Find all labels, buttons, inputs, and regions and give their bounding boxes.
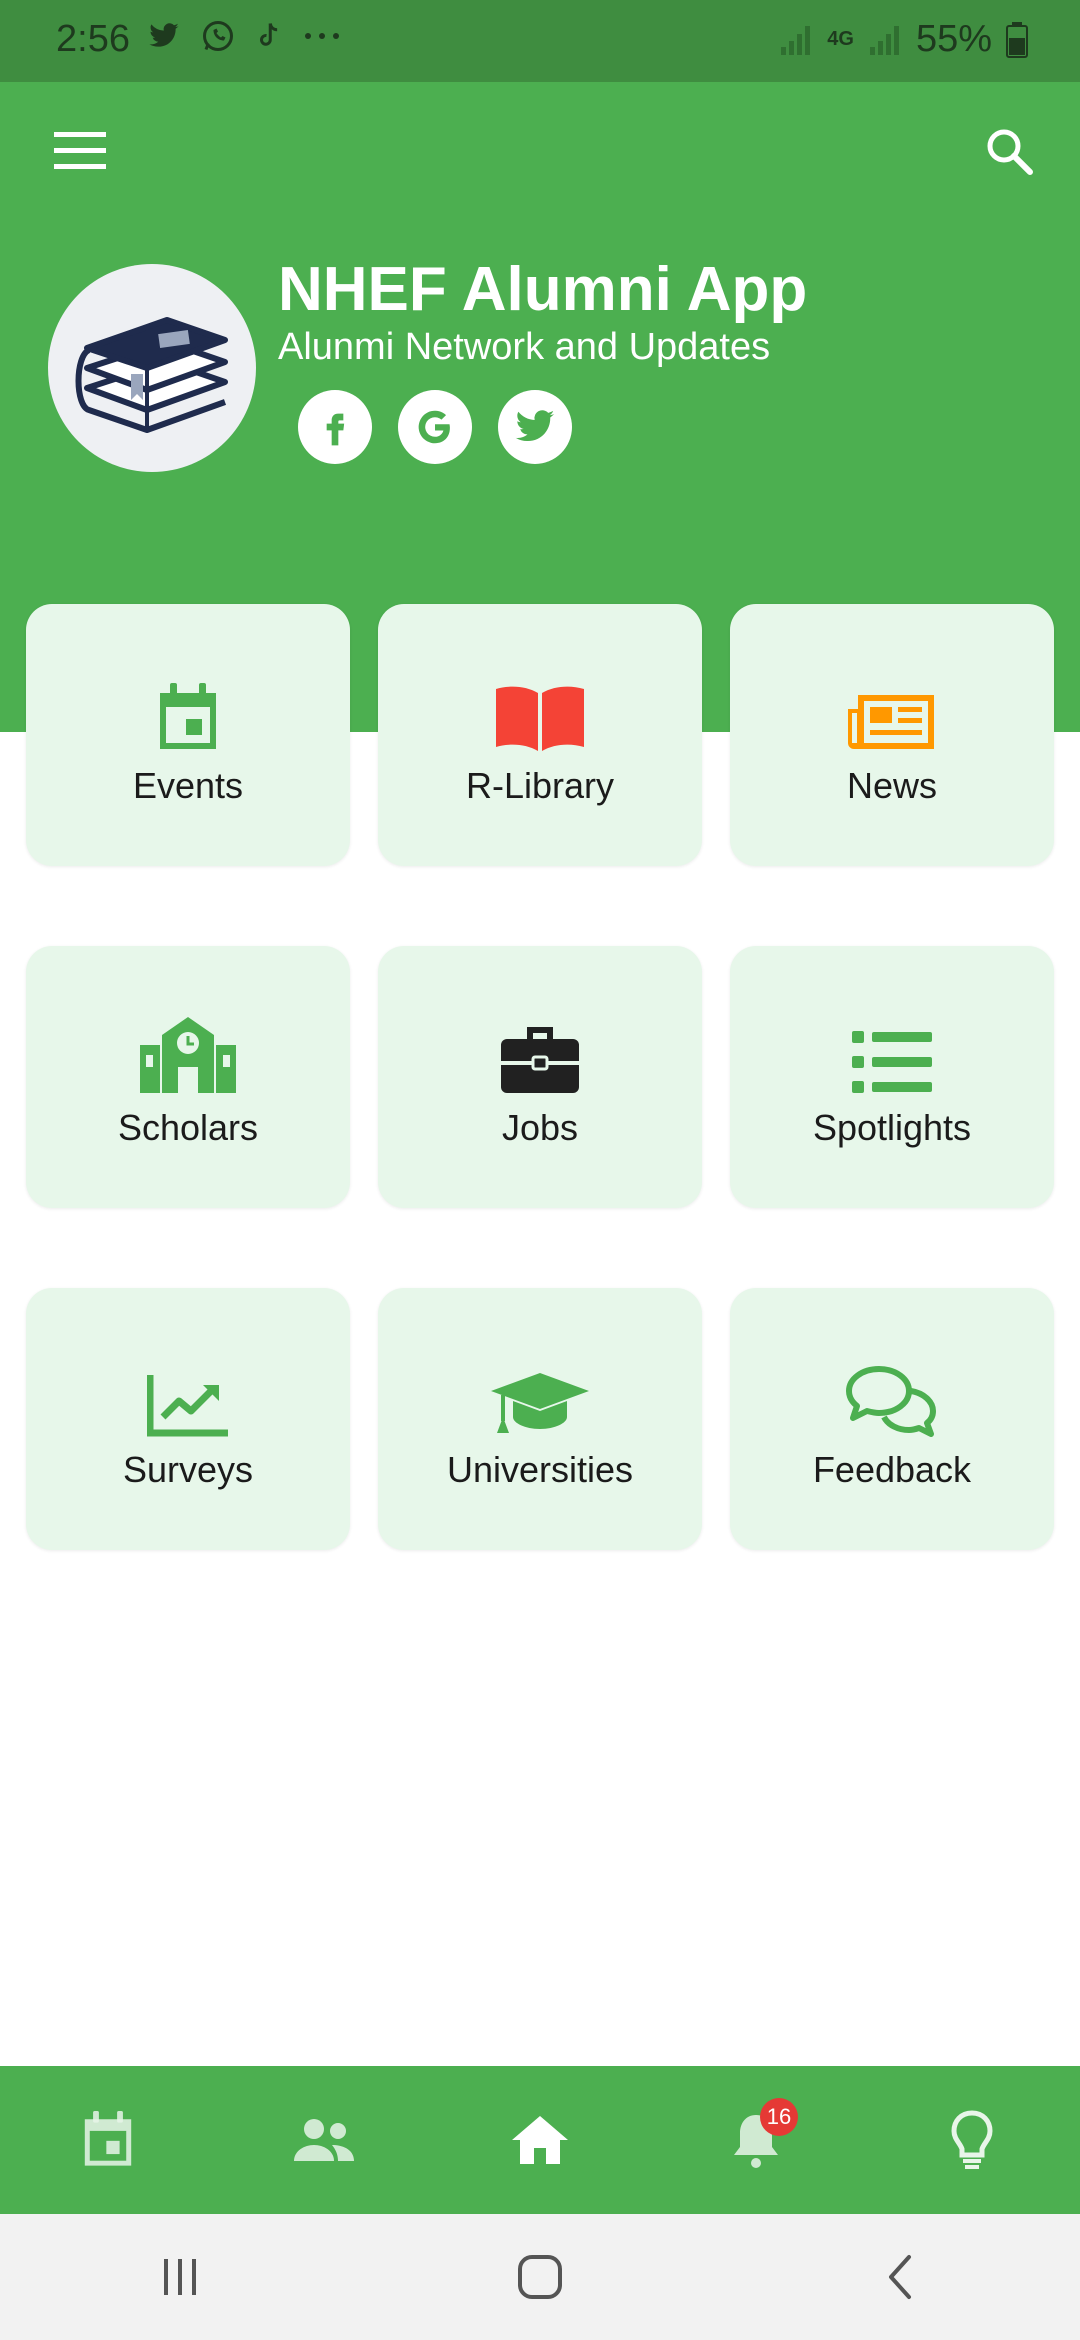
network-type: 4G [827,28,854,50]
notification-badge: 16 [760,2098,798,2136]
tile-icon [846,673,938,753]
home-square-icon [518,2255,562,2299]
tile-label: Universities [446,1449,634,1490]
calendar-icon [160,683,216,749]
whatsapp-status-icon [203,21,233,51]
more-icon [305,33,339,39]
battery-percent: 55% [915,18,992,60]
app-logo [48,264,256,472]
signal-icon [781,25,811,55]
tile-r-library[interactable]: R-Library [378,604,702,866]
google-icon [418,410,450,444]
status-right: 4G 55% [779,18,1028,61]
tile-events[interactable]: Events [26,604,350,866]
tile-icon [499,1015,581,1095]
books-icon [75,317,228,433]
tile-jobs[interactable]: Jobs [378,946,702,1208]
tile-icon [156,673,220,753]
school-icon [140,1017,236,1093]
notification-icons [146,18,342,54]
facebook-icon [326,413,345,446]
chat-bubbles-icon [846,1366,936,1437]
back-icon [889,2255,911,2299]
newspaper-icon [848,695,934,749]
tile-news[interactable]: News [730,604,1054,866]
tiktok-status-icon [260,23,278,46]
tile-surveys[interactable]: Surveys [26,1288,350,1550]
social-links [298,390,572,464]
tile-icon [494,673,586,753]
feature-grid: Events R-Library News Scholars Jobs Spot… [26,604,1054,1550]
tile-label: Spotlights [812,1107,972,1148]
tile-label: Events [132,765,244,806]
twitter-button[interactable] [498,390,572,464]
recent-apps-button[interactable] [120,2227,240,2327]
tile-icon [845,1357,939,1437]
briefcase-icon [501,1027,579,1093]
book-open-icon [496,686,584,751]
tile-feedback[interactable]: Feedback [730,1288,1054,1550]
nav-people[interactable] [264,2080,384,2200]
tile-label: News [846,765,938,806]
tile-icon [138,1015,238,1095]
twitter-icon [515,410,555,442]
nav-home[interactable] [480,2080,600,2200]
search-button[interactable] [980,122,1040,182]
tile-icon [489,1357,591,1437]
status-time: 2:56 [56,18,130,60]
app-title: NHEF Alumni App [278,255,808,324]
tile-universities[interactable]: Universities [378,1288,702,1550]
bottom-nav: 16 [0,2066,1080,2214]
tile-spotlights[interactable]: Spotlights [730,946,1054,1208]
calendar-icon [84,2111,132,2166]
facebook-button[interactable] [298,390,372,464]
back-button[interactable] [840,2227,960,2327]
hamburger-icon [54,132,106,169]
people-icon [294,2119,354,2161]
tile-icon [147,1357,229,1437]
twitter-status-icon [149,23,179,47]
list-icon [852,1031,932,1093]
tile-label: Scholars [117,1107,259,1148]
home-system-button[interactable] [480,2227,600,2327]
chart-line-icon [147,1375,228,1437]
google-button[interactable] [398,390,472,464]
tile-label: Feedback [812,1449,972,1490]
nav-notifications[interactable]: 16 [696,2080,816,2200]
system-nav-bar [0,2214,1080,2340]
tile-label: Surveys [122,1449,254,1490]
search-icon [987,129,1033,175]
nav-ideas[interactable] [912,2080,1032,2200]
graduation-cap-icon [491,1373,589,1433]
status-bar: 2:56 4G 55% [0,0,1080,82]
menu-button[interactable] [50,128,110,174]
signal-icon-2 [869,25,899,55]
app-subtitle: Alunmi Network and Updates [278,326,771,368]
home-icon [512,2116,568,2164]
tile-scholars[interactable]: Scholars [26,946,350,1208]
recents-icon [164,2259,196,2295]
battery-icon [1006,21,1028,58]
tile-icon [850,1015,934,1095]
nav-events[interactable] [48,2080,168,2200]
lightbulb-icon [951,2110,993,2169]
tile-label: R-Library [465,765,615,806]
tile-label: Jobs [501,1107,579,1148]
